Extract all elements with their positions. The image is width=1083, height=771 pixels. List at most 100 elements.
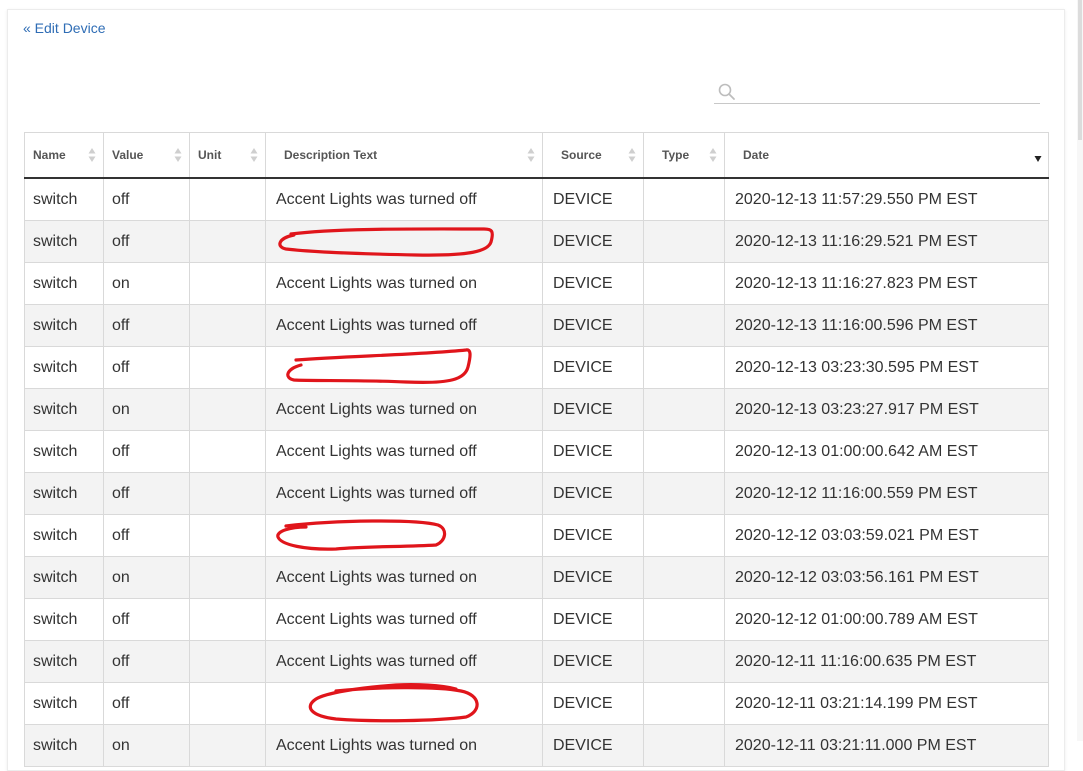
cell-date: 2020-12-12 03:03:59.021 PM EST — [724, 514, 1049, 557]
cell-name: switch — [24, 514, 104, 557]
column-header-label: Name — [33, 148, 66, 162]
cell-source: DEVICE — [542, 177, 644, 221]
cell-value: off — [103, 640, 190, 683]
cell-description: Accent Lights was turned on — [265, 388, 543, 431]
cell-source: DEVICE — [542, 388, 644, 431]
cell-name: switch — [24, 682, 104, 725]
cell-value: off — [103, 514, 190, 557]
redaction-scribble — [308, 683, 479, 723]
edit-device-link[interactable]: « Edit Device — [23, 20, 105, 36]
cell-unit — [189, 682, 266, 725]
column-header-date[interactable]: Date — [724, 132, 1049, 179]
cell-date: 2020-12-13 11:16:27.823 PM EST — [724, 262, 1049, 305]
table-row: switch off Accent Lights was turned off … — [24, 598, 1049, 641]
sort-both-icon — [628, 147, 636, 163]
cell-description: Accent Lights was turned off — [265, 472, 543, 515]
cell-date: 2020-12-11 11:16:00.635 PM EST — [724, 640, 1049, 683]
table-row: switch off DEVICE 2020-12-13 03:23:30.59… — [24, 346, 1049, 389]
cell-description: Accent Lights was turned off — [265, 177, 543, 221]
column-header-label: Type — [662, 148, 690, 162]
cell-type — [643, 472, 725, 515]
search-box — [714, 82, 1040, 104]
sort-both-icon — [88, 147, 96, 163]
table-row: switch off Accent Lights was turned off … — [24, 304, 1049, 347]
cell-source: DEVICE — [542, 640, 644, 683]
redaction-scribble — [286, 348, 472, 385]
cell-value: off — [103, 220, 190, 263]
column-header-unit[interactable]: Unit — [189, 132, 266, 179]
cell-name: switch — [24, 388, 104, 431]
events-table: Name Value Unit Description Text Source — [24, 132, 1049, 767]
cell-date: 2020-12-12 01:00:00.789 AM EST — [724, 598, 1049, 641]
cell-type — [643, 724, 725, 767]
cell-unit — [189, 430, 266, 473]
cell-value: off — [103, 346, 190, 389]
cell-description: Accent Lights was turned off — [265, 304, 543, 347]
page-scrollbar[interactable] — [1077, 0, 1083, 741]
table-row: switch on Accent Lights was turned on DE… — [24, 556, 1049, 599]
cell-name: switch — [24, 556, 104, 599]
cell-name: switch — [24, 262, 104, 305]
cell-source: DEVICE — [542, 682, 644, 725]
cell-type — [643, 262, 725, 305]
cell-value: off — [103, 472, 190, 515]
cell-unit — [189, 304, 266, 347]
cell-name: switch — [24, 598, 104, 641]
table-header-row: Name Value Unit Description Text Source — [24, 132, 1049, 179]
search-icon — [718, 83, 736, 106]
table-row: switch on Accent Lights was turned on DE… — [24, 724, 1049, 767]
table-row: switch on Accent Lights was turned on DE… — [24, 262, 1049, 305]
cell-date: 2020-12-13 03:23:30.595 PM EST — [724, 346, 1049, 389]
sort-desc-icon — [1034, 152, 1042, 168]
column-header-description[interactable]: Description Text — [265, 132, 543, 179]
cell-unit — [189, 220, 266, 263]
column-header-name[interactable]: Name — [24, 132, 104, 179]
cell-source: DEVICE — [542, 724, 644, 767]
cell-date: 2020-12-13 11:57:29.550 PM EST — [724, 177, 1049, 221]
cell-type — [643, 220, 725, 263]
cell-value: off — [103, 177, 190, 221]
cell-source: DEVICE — [542, 514, 644, 557]
cell-type — [643, 430, 725, 473]
cell-type — [643, 514, 725, 557]
cell-source: DEVICE — [542, 220, 644, 263]
cell-source: DEVICE — [542, 598, 644, 641]
cell-unit — [189, 556, 266, 599]
cell-type — [643, 346, 725, 389]
cell-value: off — [103, 304, 190, 347]
column-header-type[interactable]: Type — [643, 132, 725, 179]
cell-date: 2020-12-13 03:23:27.917 PM EST — [724, 388, 1049, 431]
cell-name: switch — [24, 640, 104, 683]
cell-description-redacted — [265, 220, 543, 263]
column-header-label: Date — [743, 148, 770, 162]
events-panel: « Edit Device Name Value Unit Descriptio… — [7, 9, 1065, 771]
redaction-scribble — [278, 227, 494, 257]
cell-description-redacted — [265, 346, 543, 389]
table-row: switch off DEVICE 2020-12-11 03:21:14.19… — [24, 682, 1049, 725]
table-row: switch off Accent Lights was turned off … — [24, 430, 1049, 473]
cell-value: on — [103, 724, 190, 767]
table-body: switch off Accent Lights was turned off … — [24, 177, 1049, 767]
scrollbar-thumb[interactable] — [1078, 0, 1082, 140]
cell-value: off — [103, 682, 190, 725]
cell-description: Accent Lights was turned on — [265, 262, 543, 305]
cell-date: 2020-12-13 11:16:29.521 PM EST — [724, 220, 1049, 263]
cell-type — [643, 388, 725, 431]
column-header-value[interactable]: Value — [103, 132, 190, 179]
sort-both-icon — [527, 147, 535, 163]
table-row: switch off Accent Lights was turned off … — [24, 177, 1049, 221]
cell-source: DEVICE — [542, 472, 644, 515]
cell-value: on — [103, 556, 190, 599]
cell-name: switch — [24, 346, 104, 389]
cell-name: switch — [24, 177, 104, 221]
cell-unit — [189, 346, 266, 389]
cell-unit — [189, 598, 266, 641]
sort-both-icon — [709, 147, 717, 163]
cell-value: on — [103, 388, 190, 431]
cell-source: DEVICE — [542, 262, 644, 305]
cell-type — [643, 556, 725, 599]
column-header-source[interactable]: Source — [542, 132, 644, 179]
search-input[interactable] — [740, 82, 1040, 103]
cell-description: Accent Lights was turned off — [265, 430, 543, 473]
cell-date: 2020-12-12 11:16:00.559 PM EST — [724, 472, 1049, 515]
